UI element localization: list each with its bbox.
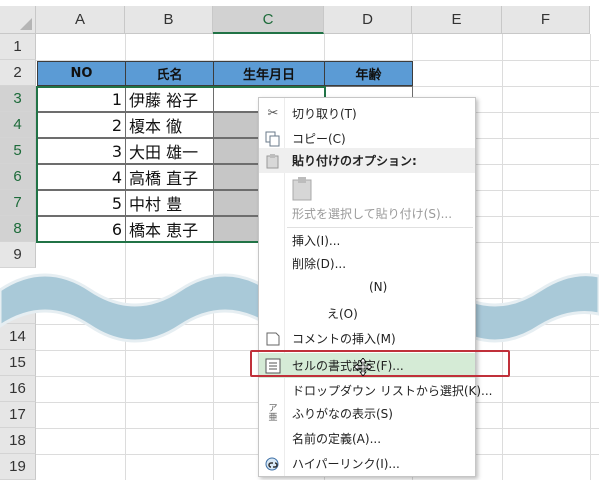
table-header-name[interactable]: 氏名	[125, 61, 214, 86]
menu-item-insert-comment[interactable]: コメントの挿入(M)	[259, 326, 475, 351]
comment-icon	[264, 330, 282, 348]
gridline	[590, 34, 591, 480]
table-header-age[interactable]: 年齢	[324, 61, 413, 86]
paste-icon	[264, 152, 282, 170]
menu-item-clear-contents[interactable]: (N)	[259, 274, 475, 299]
column-header-e[interactable]: E	[412, 6, 502, 34]
row-header-5[interactable]: 5	[0, 138, 36, 164]
menu-item-cut[interactable]: ✂ 切り取り(T)	[259, 101, 475, 126]
row-header-19[interactable]: 19	[0, 454, 36, 480]
column-header-b[interactable]: B	[125, 6, 213, 34]
highlight-outline	[250, 350, 510, 377]
row-header-15[interactable]: 15	[0, 350, 36, 376]
table-header-no[interactable]: NO	[37, 61, 126, 86]
row-header-2[interactable]: 2	[0, 60, 36, 86]
hyperlink-icon	[264, 455, 282, 473]
row-header-6[interactable]: 6	[0, 164, 36, 190]
menu-item-delete[interactable]: 削除(D)...	[259, 251, 475, 276]
paste-clipboard-icon[interactable]	[291, 176, 315, 202]
column-header-c[interactable]: C	[213, 6, 324, 34]
menu-item-dropdown-list[interactable]: ドロップダウン リストから選択(K)...	[259, 378, 493, 403]
scissors-icon: ✂	[267, 106, 279, 121]
context-menu: ✂ 切り取り(T) コピー(C) 貼り付けのオプション: 形式を選択して貼り付け…	[258, 97, 493, 477]
menu-item-insert[interactable]: 挿入(I)...	[259, 228, 475, 253]
row-header-1[interactable]: 1	[0, 34, 36, 60]
menu-section-paste-options: 貼り付けのオプション:	[259, 148, 475, 173]
column-header-a[interactable]: A	[36, 6, 125, 34]
row-header-7[interactable]: 7	[0, 190, 36, 216]
row-header-18[interactable]: 18	[0, 428, 36, 454]
menu-item-paste-special[interactable]: 形式を選択して貼り付け(S)...	[259, 201, 475, 226]
gridline	[502, 34, 503, 480]
menu-item-sort[interactable]: え(O)	[259, 301, 475, 326]
phonetic-icon: ア亜	[268, 403, 278, 423]
menu-item-show-phonetic[interactable]: ア亜 ふりがなの表示(S)	[259, 401, 475, 426]
column-header-d[interactable]: D	[324, 6, 412, 34]
row-header-4[interactable]: 4	[0, 112, 36, 138]
column-header-f[interactable]: F	[502, 6, 590, 34]
menu-item-hyperlink[interactable]: ハイパーリンク(I)...	[259, 451, 475, 476]
cursor-icon	[354, 358, 372, 376]
copy-icon	[264, 130, 282, 148]
row-header-8[interactable]: 8	[0, 216, 36, 242]
menu-item-define-name[interactable]: 名前の定義(A)...	[259, 426, 475, 451]
row-header-16[interactable]: 16	[0, 376, 36, 402]
row-header-3[interactable]: 3	[0, 86, 36, 112]
table-header-birthdate[interactable]: 生年月日	[213, 61, 325, 86]
select-all-corner[interactable]	[0, 6, 36, 34]
row-header-17[interactable]: 17	[0, 402, 36, 428]
